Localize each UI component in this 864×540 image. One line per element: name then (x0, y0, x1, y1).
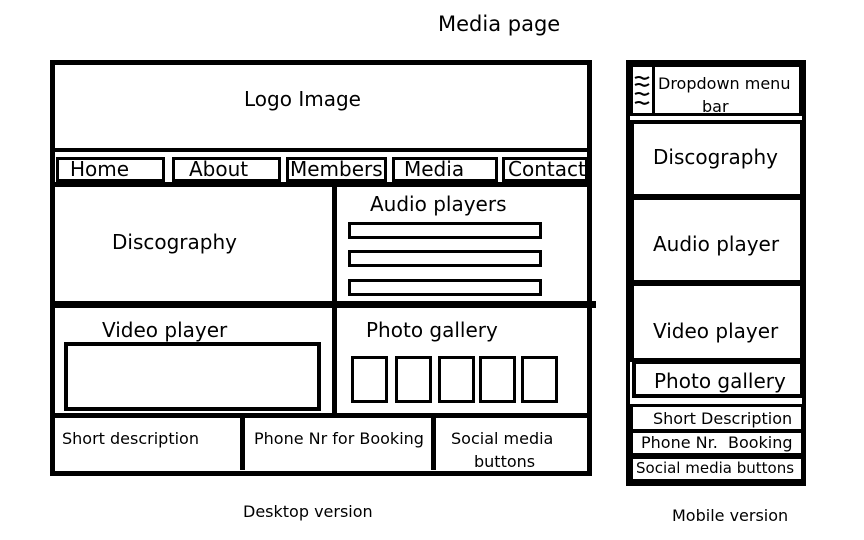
nav-item-media-label: Media (404, 157, 465, 181)
mobile-phone-booking-label: Phone Nr. Booking (641, 433, 793, 452)
mobile-photo-gallery-label: Photo gallery (654, 369, 786, 393)
gallery-thumbnail[interactable] (521, 356, 558, 403)
footer-divider-vertical (240, 418, 245, 470)
mobile-caption: Mobile version (672, 506, 789, 525)
nav-item-home-label: Home (70, 157, 130, 181)
video-player-label: Video player (102, 318, 228, 342)
mobile-discography-label: Discography (653, 145, 778, 169)
audio-players-label: Audio players (370, 192, 507, 216)
footer-divider (52, 413, 590, 418)
mobile-short-description-label: Short Description (653, 409, 793, 428)
nav-item-about-label: About (189, 157, 249, 181)
mobile-video-player-label: Video player (653, 319, 779, 343)
desktop-caption: Desktop version (243, 502, 373, 521)
page-title: Media page (438, 12, 561, 36)
gallery-thumbnail[interactable] (351, 356, 388, 403)
audio-player[interactable] (348, 279, 542, 296)
footer-phone-booking: Phone Nr for Booking (254, 429, 424, 448)
logo-divider (52, 148, 590, 152)
nav-item-members-label: Members (290, 157, 383, 181)
nav-divider (52, 182, 590, 187)
hamburger-divider (652, 66, 655, 116)
footer-divider-vertical (431, 418, 436, 470)
footer-short-description: Short description (62, 429, 199, 448)
dropdown-menu-label: Dropdown menu (658, 74, 791, 93)
video-player-box[interactable] (64, 342, 321, 411)
gallery-thumbnail[interactable] (395, 356, 432, 403)
mobile-social-media-label: Social media buttons (636, 459, 795, 477)
hamburger-menu-icon[interactable] (634, 74, 650, 108)
gallery-thumbnail[interactable] (479, 356, 516, 403)
mobile-audio-player-label: Audio player (653, 232, 780, 256)
footer-social-media[interactable]: Social media (451, 429, 553, 448)
audio-player[interactable] (348, 250, 542, 267)
footer-social-media-2[interactable]: buttons (474, 452, 535, 471)
audio-player[interactable] (348, 222, 542, 239)
middle-horizontal-divider (52, 301, 596, 308)
discography-label: Discography (112, 230, 237, 254)
photo-gallery-label: Photo gallery (366, 318, 498, 342)
logo-image-label: Logo Image (244, 87, 361, 111)
gallery-thumbnail[interactable] (438, 356, 475, 403)
nav-item-contact-label: Contact (508, 157, 586, 181)
dropdown-menu-label-2: bar (702, 97, 729, 116)
